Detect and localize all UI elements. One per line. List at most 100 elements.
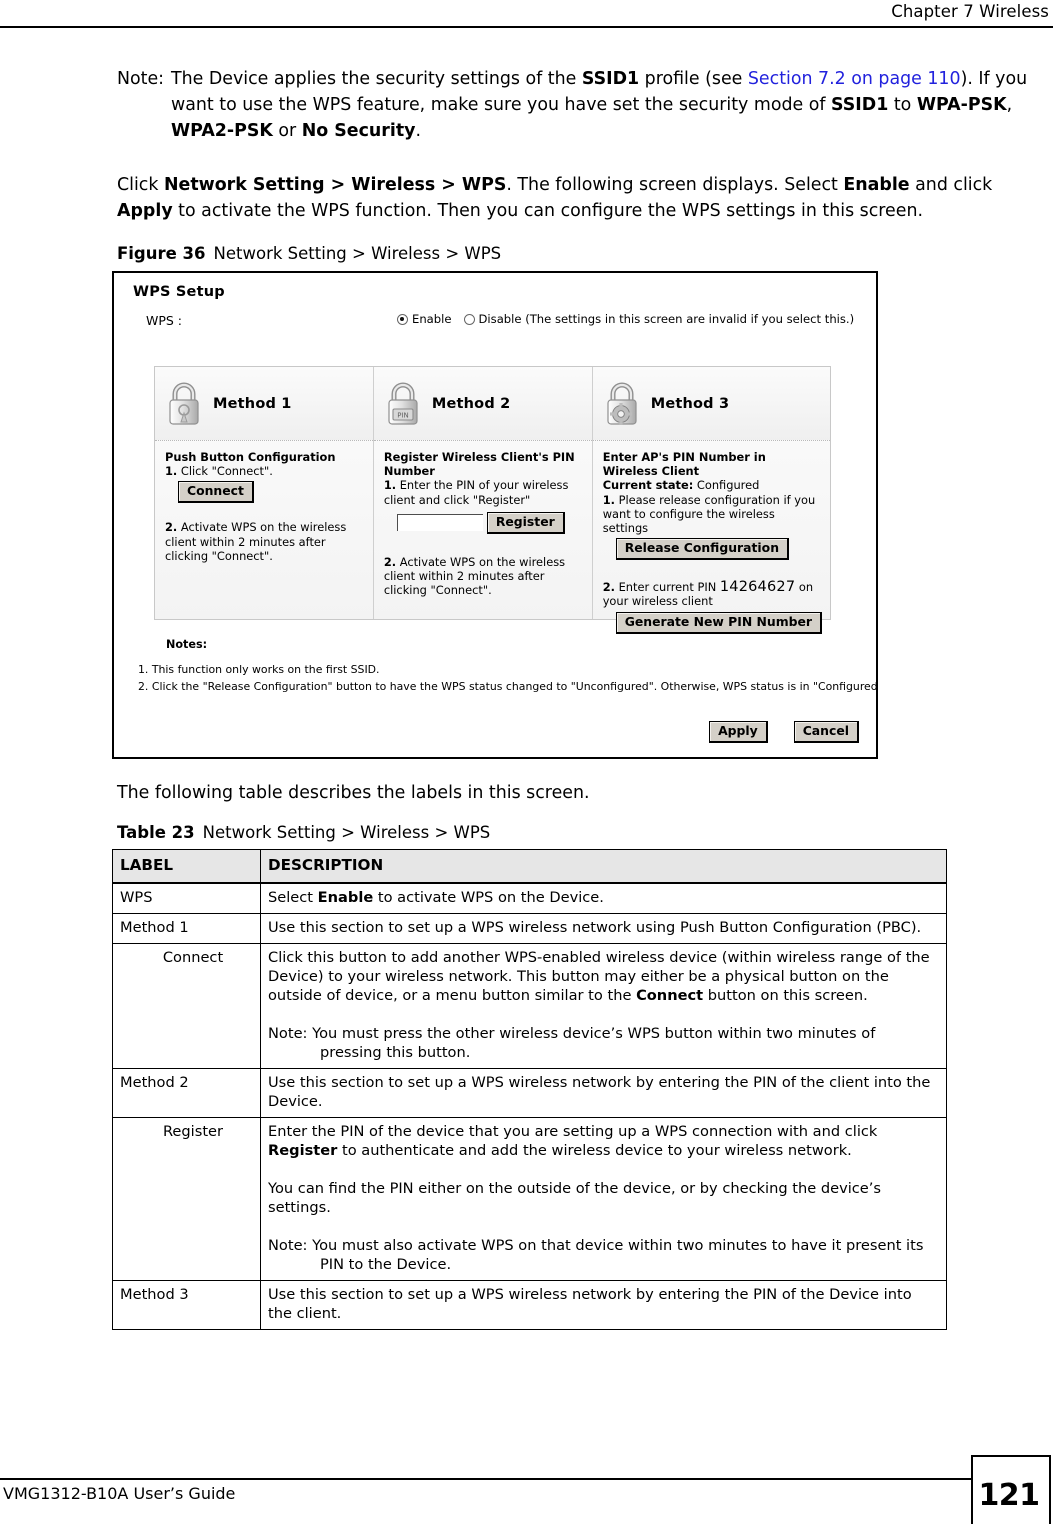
figure-caption: Figure 36 Network Setting > Wireless > WP… [117,244,501,263]
method-2-step-1: 1. Enter the PIN of your wireless client… [384,478,584,506]
note-text-7: . [415,121,422,141]
note-section-link-b[interactable]: page 110 [878,69,960,89]
note-mode-wpa-psk: WPA-PSK [916,95,1007,115]
register-button[interactable]: Register [486,511,565,534]
apply-button[interactable]: Apply [709,721,768,743]
instruction-apply: Apply [117,201,173,221]
method-3-column: Method 3 Enter AP's PIN Number in Wirele… [591,367,830,634]
generate-pin-wrap: Generate New PIN Number [615,611,822,634]
table-row: Method 3 Use this section to set up a WPS… [112,1280,947,1330]
page-header: Chapter 7 Wireless [0,0,1063,30]
connect-button-wrap: Connect [178,481,365,504]
footer-guide-title: VMG1312-B10A User’s Guide [3,1484,236,1503]
description-paragraph: Note: You must also activate WPS on that… [268,1236,939,1274]
header-rule [0,26,1053,28]
method-3-spacer [603,560,822,580]
method-1-column: Method 1 Push Button Configuration 1. Cl… [155,367,373,619]
instruction-enable: Enable [843,175,910,195]
body-text: Use this section to set up a WPS wireles… [268,1286,912,1322]
note-body: The Device applies the security settings… [171,66,1052,144]
note-item-2: 2. Click the "Release Configuration" but… [138,680,878,693]
method-3-step-2: 2. Enter current PIN 14264627 on your wi… [603,580,822,608]
method-3-title: Method 3 [650,395,730,412]
method-2-title: Method 2 [431,395,511,412]
wps-notes: Notes: 1. This function only works on th… [138,636,878,696]
description-note: Note: You must also activate WPS on that… [268,1236,939,1274]
note-section-link-a[interactable]: Section 7.2 on [748,69,879,89]
body-text: Note: You must also activate WPS on that… [268,1237,924,1273]
table-caption-number: Table 23 [117,823,195,842]
padlock-icon [169,382,199,425]
method-3-step-2-text-a: Enter current PIN [614,580,720,595]
chapter-title: Chapter 7 Wireless [891,2,1049,21]
method-3-step-1-number: 1. [602,492,615,507]
note-text-4: to [888,95,917,115]
method-3-heading: Enter AP's PIN Number in Wireless Client [602,450,766,479]
enable-radio[interactable] [397,313,408,325]
wps-setup-heading: WPS Setup [133,284,225,300]
method-1-title: Method 1 [213,395,292,412]
footer-rule [0,1478,975,1480]
table-row: Method 2 Use this section to set up a WPS… [112,1068,947,1118]
row-label: Register [112,1117,261,1281]
wps-setup-screenshot: WPS Setup WPS : Enable Disable (The setti… [112,271,878,759]
method-3-step-1-text: Please release configuration if you want… [602,492,816,536]
labels-table: LABEL DESCRIPTION WPS Select Enable to ac… [112,849,947,1330]
method-1-header: Method 1 [155,367,373,441]
body-text: Use this section to set up a WPS wireles… [268,1074,931,1110]
method-1-step-1-number: 1. [165,464,178,479]
release-configuration-button[interactable]: Release Configuration [615,538,790,561]
disable-radio[interactable] [463,313,475,325]
labels-table-body: WPS Select Enable to activate WPS on the … [112,882,947,1330]
method-2-body: Register Wireless Client's PIN Number 1.… [374,441,592,597]
connect-button[interactable]: Connect [178,481,254,504]
table-row: Connect Click this button to add another … [112,943,947,1069]
method-2-column: PIN Method 2 Register Wireless Client's … [372,367,592,619]
table-row: Method 1 Use this section to set up a WPS… [112,913,947,944]
svg-text:PIN: PIN [397,411,409,419]
body-text: Enter the PIN of the device that you are… [268,1123,878,1140]
method-2-spacer [384,534,584,555]
note-paragraph: Note: The Device applies the security se… [117,66,1052,144]
method-2-step-2-text: Activate WPS on the wireless client with… [383,554,566,598]
row-description: Select Enable to activate WPS on the Dev… [260,882,947,914]
instruction-paragraph: Click Network Setting > Wireless > WPS. … [117,172,1052,224]
body-text: Use this section to set up a WPS wireles… [268,919,922,936]
method-2-step-2: 2. Activate WPS on the wireless client w… [384,555,584,598]
method-2-step-2-number: 2. [383,554,397,569]
labels-table-head: LABEL DESCRIPTION [112,849,947,884]
method-3-step-2-number: 2. [602,580,615,595]
cancel-button[interactable]: Cancel [793,721,859,743]
method-3-current-state: Current state: Configured [603,478,822,492]
table-caption: Table 23 Network Setting > Wireless > WPS [117,823,490,842]
note-label: Note: [117,69,165,89]
table-row: WPS Select Enable to activate WPS on the … [112,882,947,914]
method-1-step-2-number: 2. [165,520,178,535]
body-text: to authenticate and add the wireless dev… [337,1142,852,1159]
figure-caption-text: Network Setting > Wireless > WPS [213,244,502,263]
pin-input[interactable] [396,513,483,531]
description-paragraph: Click this button to add another WPS-ena… [268,948,939,1005]
method-1-body: Push Button Configuration 1. Click "Conn… [155,441,373,563]
row-description: Use this section to set up a WPS wireles… [260,1068,947,1118]
page-number: 121 [978,1478,1040,1513]
note-ssid1-b: SSID1 [831,95,889,115]
generate-new-pin-button[interactable]: Generate New PIN Number [615,611,822,634]
register-row: Register [396,511,584,534]
table-intro-paragraph: The following table describes the labels… [117,783,590,803]
wps-field-label: WPS : [146,313,183,328]
row-description: Use this section to set up a WPS wireles… [260,913,947,944]
description-paragraph: Select Enable to activate WPS on the Dev… [268,888,939,907]
row-label: Method 2 [112,1068,261,1118]
current-state-label: Current state: [602,478,694,493]
instruction-text-4: to activate the WPS function. Then you c… [172,201,924,221]
current-pin-value: 14264627 [719,579,796,596]
body-text: button on this screen. [703,987,868,1004]
method-1-step-2: 2. Activate WPS on the wireless client w… [165,520,365,563]
body-text: You can find the PIN either on the outsi… [268,1180,882,1216]
wps-methods-panel: Method 1 Push Button Configuration 1. Cl… [154,366,831,634]
method-3-header: Method 3 [592,367,830,441]
row-description: Click this button to add another WPS-ena… [260,943,947,1069]
note-item-1: 1. This function only works on the first… [138,662,380,676]
padlock-pin-icon: PIN [388,382,418,425]
